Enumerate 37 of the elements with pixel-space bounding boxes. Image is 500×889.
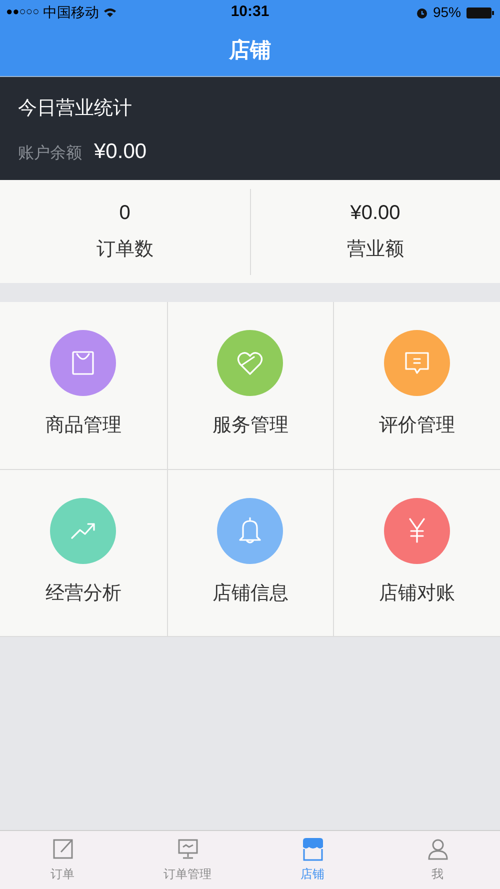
menu-label: 店铺信息 [212, 582, 288, 606]
trend-arrow-icon [71, 522, 96, 539]
menu-label: 评价管理 [379, 414, 456, 438]
carrier-name: 中国移动 [43, 3, 100, 22]
menu-label: 服务管理 [212, 414, 288, 438]
alarm-icon [416, 6, 428, 18]
wifi-icon [103, 7, 118, 18]
menu-item[interactable]: 商品管理 [0, 302, 167, 469]
shop-icon [300, 837, 324, 861]
bag-icon [72, 351, 94, 376]
menu-item[interactable]: 评价管理 [333, 302, 500, 469]
menu-label: 商品管理 [45, 414, 122, 438]
yen-icon [409, 518, 426, 544]
balance-value: ¥0.00 [94, 138, 147, 164]
stat-value: 0 [119, 201, 130, 226]
speech-bubble-icon [405, 352, 430, 374]
page-title: 店铺 [229, 38, 271, 64]
menu-item[interactable]: 服务管理 [166, 302, 334, 469]
summary-title: 今日营业统计 [18, 97, 133, 121]
balance-label: 账户余额 [18, 144, 82, 164]
monitor-icon [176, 837, 200, 861]
person-icon [426, 837, 450, 861]
edit-icon [50, 837, 74, 861]
menu-label: 经营分析 [45, 582, 122, 606]
menu-label: 店铺对账 [379, 582, 456, 606]
battery-icon [466, 6, 494, 18]
menu-item[interactable]: 店铺对账 [333, 469, 500, 636]
stat-value: ¥0.00 [350, 201, 400, 226]
menu-item[interactable]: 店铺信息 [166, 469, 334, 636]
heart-icon [237, 351, 264, 376]
stat-label: 营业额 [346, 238, 404, 262]
battery-percent: 95% [432, 3, 461, 22]
bell-icon [239, 517, 262, 544]
menu-item[interactable]: 经营分析 [0, 469, 167, 636]
clock-time: 10:31 [230, 2, 270, 22]
signal-text: ●●○○○ [6, 5, 40, 20]
stat-label: 订单数 [96, 238, 154, 262]
